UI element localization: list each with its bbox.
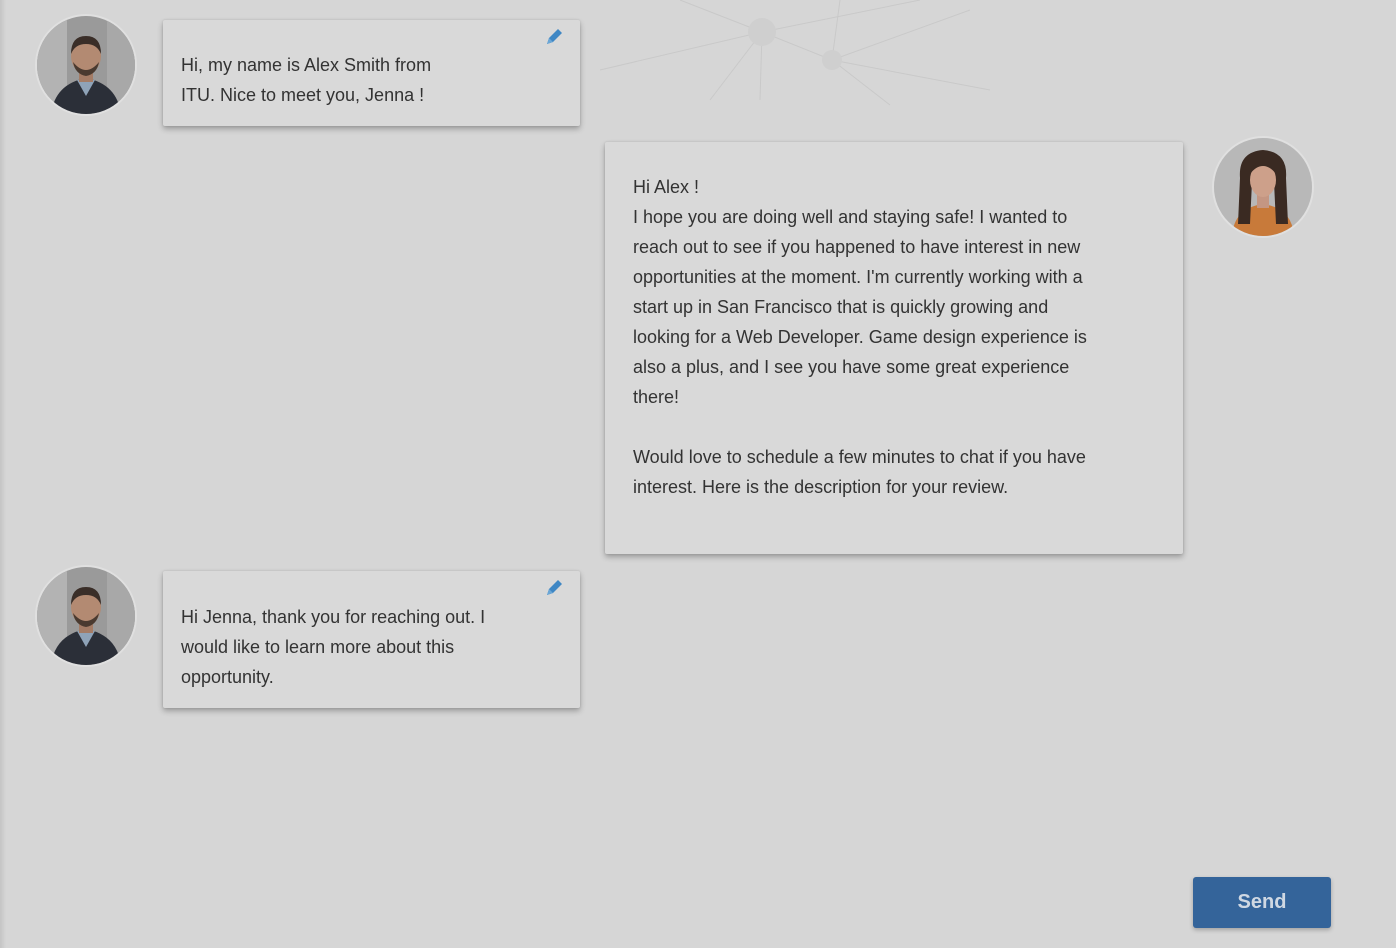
message-text: Hi Jenna, thank you for reaching out. I …: [181, 607, 486, 687]
message-text: Hi Alex ! I hope you are doing well and …: [633, 177, 1087, 497]
edit-message-button[interactable]: [543, 26, 565, 48]
send-button[interactable]: Send: [1193, 877, 1331, 928]
avatar-alex: [37, 567, 135, 665]
message-bubble-alex-2: Hi Jenna, thank you for reaching out. I …: [163, 571, 580, 708]
message-text: Hi, my name is Alex Smith from ITU. Nice…: [181, 55, 432, 105]
pencil-icon: [547, 29, 562, 44]
avatar-jenna: [1214, 138, 1312, 236]
panel-edge: [0, 0, 6, 948]
message-bubble-alex-1: Hi, my name is Alex Smith from ITU. Nice…: [163, 20, 580, 126]
message-bubble-jenna: Hi Alex ! I hope you are doing well and …: [605, 142, 1183, 554]
pencil-icon: [547, 580, 562, 595]
avatar-alex: [37, 16, 135, 114]
background-network-pattern: [599, 0, 991, 106]
edit-message-button[interactable]: [543, 577, 565, 599]
